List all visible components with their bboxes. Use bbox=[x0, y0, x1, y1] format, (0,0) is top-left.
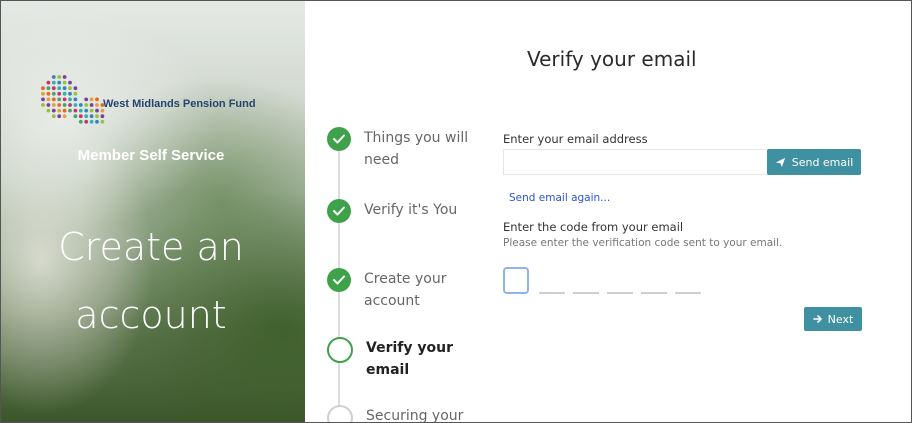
send-email-label: Send email bbox=[791, 155, 854, 169]
step-verify-its-you: Verify it's You bbox=[327, 199, 482, 223]
step-label: Verify your email bbox=[366, 340, 453, 378]
check-icon bbox=[327, 268, 351, 292]
code-digit-input[interactable] bbox=[607, 267, 633, 294]
send-email-button[interactable]: Send email bbox=[767, 149, 861, 175]
step-label: Securing your bbox=[366, 408, 464, 423]
page-title: Verify your email bbox=[527, 47, 697, 71]
step-create-your-account: Create your account bbox=[327, 268, 482, 312]
paper-plane-icon bbox=[775, 157, 785, 167]
resend-email-link[interactable]: Send email again... bbox=[509, 192, 610, 204]
main-panel: Verify your email Things you will need V… bbox=[305, 1, 911, 422]
hero-headline-line-1: Create an bbox=[58, 225, 244, 269]
step-verify-your-email: Verify your email bbox=[327, 337, 484, 381]
next-button[interactable]: Next bbox=[804, 307, 862, 331]
next-label: Next bbox=[827, 312, 854, 326]
step-securing-your: Securing your bbox=[327, 405, 484, 423]
code-field-label: Enter the code from your email bbox=[503, 220, 684, 234]
code-digit-input[interactable] bbox=[641, 267, 667, 294]
email-field[interactable] bbox=[503, 149, 767, 175]
hero-headline: Create an account bbox=[1, 213, 301, 349]
brand-name: West Midlands Pension Fund bbox=[103, 98, 256, 110]
email-field-label: Enter your email address bbox=[503, 132, 648, 146]
code-digit-input[interactable] bbox=[539, 267, 565, 294]
code-hint: Please enter the verification code sent … bbox=[503, 237, 783, 249]
code-digit-input[interactable] bbox=[675, 267, 701, 294]
check-icon bbox=[327, 199, 351, 223]
step-label: Create your account bbox=[364, 271, 447, 309]
member-self-service-label: Member Self Service bbox=[77, 147, 225, 164]
code-digit-input[interactable] bbox=[503, 267, 529, 294]
code-digit-input[interactable] bbox=[573, 267, 599, 294]
window: West Midlands Pension Fund Member Self S… bbox=[0, 0, 912, 423]
step-things-you-will-need: Things you will need bbox=[327, 127, 482, 171]
step-label: Things you will need bbox=[364, 130, 469, 168]
arrow-right-icon bbox=[812, 315, 822, 323]
hero-panel: West Midlands Pension Fund Member Self S… bbox=[1, 1, 305, 422]
step-label: Verify it's You bbox=[364, 202, 458, 218]
current-step-icon bbox=[327, 337, 353, 363]
pending-step-icon bbox=[327, 405, 353, 422]
hero-headline-line-2: account bbox=[75, 293, 227, 337]
check-icon bbox=[327, 127, 351, 151]
